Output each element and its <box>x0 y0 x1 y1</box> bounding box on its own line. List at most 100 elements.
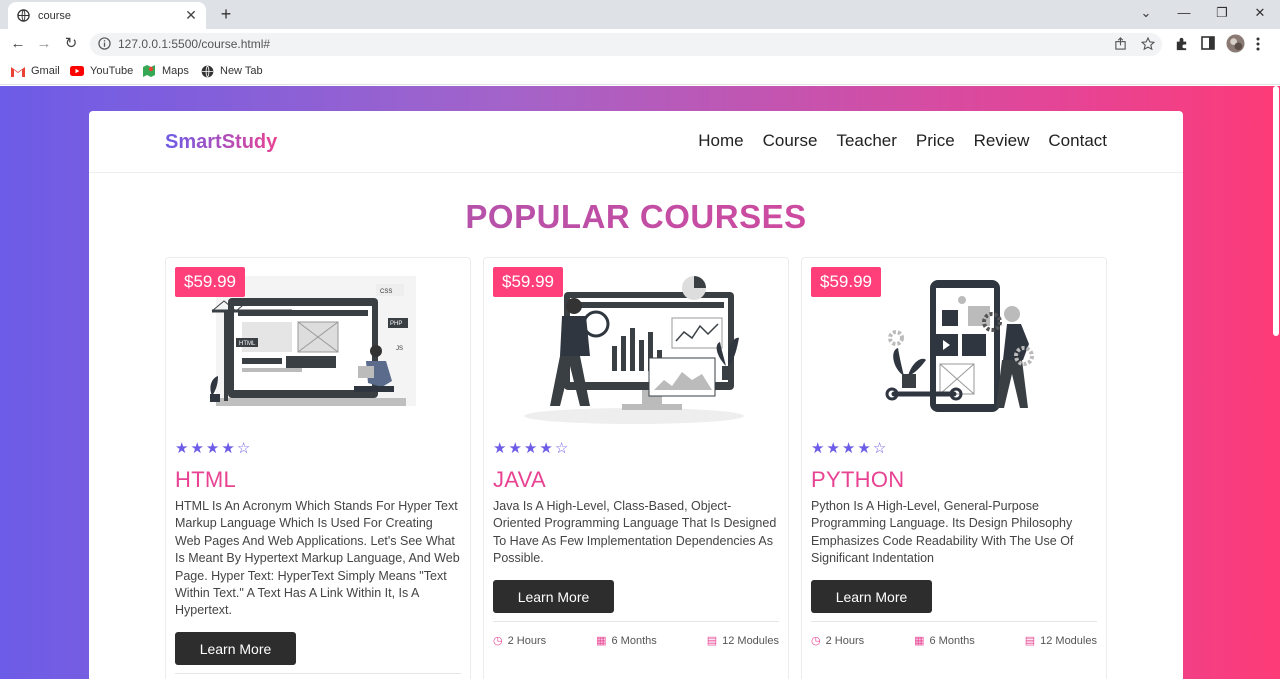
duration-hours: ◷ 2 Hours <box>493 634 547 648</box>
bookmark-gmail[interactable]: Gmail <box>11 64 60 78</box>
bookmark-youtube[interactable]: YouTube <box>70 64 133 78</box>
course-description: Java Is A High-Level, Class-Based, Objec… <box>493 499 777 566</box>
nav-price[interactable]: Price <box>916 131 955 151</box>
book-icon: ▤ <box>1024 635 1036 647</box>
scrollbar-thumb[interactable] <box>1273 86 1279 336</box>
price-badge: $59.99 <box>493 267 563 297</box>
minimize-button[interactable]: — <box>1165 0 1203 29</box>
site-logo[interactable]: SmartStudy <box>165 131 277 154</box>
module-count: ▤ 12 Modules <box>706 634 779 648</box>
nav-course[interactable]: Course <box>763 131 818 151</box>
star-empty-icon: ☆ <box>554 440 569 457</box>
star-empty-icon: ☆ <box>872 440 887 457</box>
learn-more-button[interactable]: Learn More <box>811 580 932 613</box>
rating-stars: ★ ★ ★ ★ ☆ <box>811 441 886 457</box>
calendar-icon: ▦ <box>596 635 607 647</box>
tab-title: course <box>38 9 72 22</box>
module-count: ▤ 12 Modules <box>1024 634 1097 648</box>
star-filled-icon: ★ <box>205 440 220 457</box>
globe-icon <box>16 9 30 23</box>
page-container: SmartStudy Home Course Teacher Price Rev… <box>89 111 1183 679</box>
star-filled-icon: ★ <box>221 440 235 457</box>
card-divider <box>493 621 779 622</box>
duration-months: ▦ 6 Months <box>914 634 975 648</box>
card-divider <box>175 673 461 674</box>
svg-text:PHP: PHP <box>390 321 402 327</box>
bookmark-star-icon[interactable] <box>1140 36 1156 51</box>
duration-hours: ◷ 2 Hours <box>811 634 865 648</box>
rating-stars: ★ ★ ★ ★ ☆ <box>175 441 250 457</box>
maps-icon <box>142 64 156 78</box>
star-filled-icon: ★ <box>841 440 856 457</box>
course-name: HTML <box>175 467 237 492</box>
extensions-icon[interactable] <box>1174 36 1190 52</box>
star-filled-icon: ★ <box>811 440 825 457</box>
book-icon: ▤ <box>706 635 718 647</box>
course-description: Python Is A High-Level, General-Purpose … <box>811 499 1074 566</box>
card-divider <box>811 621 1097 622</box>
bookmark-new-tab[interactable]: New Tab <box>200 64 263 78</box>
menu-icon[interactable] <box>1255 36 1271 52</box>
calendar-icon: ▦ <box>914 635 925 647</box>
site-header: SmartStudy Home Course Teacher Price Rev… <box>89 111 1183 173</box>
course-card-html: HTML CSS PHP JS $59.99 ★ ★ ★ ★ ☆ HTML HT… <box>165 257 471 679</box>
course-card-python: $59.99 ★ ★ ★ ★ ☆ PYTHON Python Is A High… <box>801 257 1107 679</box>
star-filled-icon: ★ <box>190 440 204 457</box>
learn-more-button[interactable]: Learn More <box>493 580 614 613</box>
tab-search-icon[interactable]: ⌄ <box>1127 0 1165 29</box>
nav-review[interactable]: Review <box>974 131 1030 151</box>
restore-button[interactable]: ❐ <box>1203 0 1241 29</box>
browser-toolbar: ← → ↻ 127.0.0.1:5500/course.html# <box>0 29 1280 59</box>
course-meta: ◷ 2 Hours ▦ 6 Months ▤ 12 Modules <box>493 634 779 648</box>
new-tab-button[interactable]: + <box>216 4 236 24</box>
info-icon[interactable] <box>98 37 112 51</box>
clock-icon: ◷ <box>811 635 821 647</box>
course-name: JAVA <box>493 467 546 492</box>
address-bar[interactable]: 127.0.0.1:5500/course.html# <box>90 33 1162 56</box>
browser-tab[interactable]: course ✕ <box>8 2 206 29</box>
course-meta: ◷ 2 Hours ▦ 6 Months ▤ 12 Modules <box>811 634 1097 648</box>
price-badge: $59.99 <box>175 267 245 297</box>
clock-icon: ◷ <box>493 635 503 647</box>
page-scrollbar[interactable] <box>1272 86 1280 679</box>
course-description: HTML Is An Acronym Which Stands For Hype… <box>175 499 460 618</box>
nav-teacher[interactable]: Teacher <box>836 131 896 151</box>
close-window-button[interactable]: ✕ <box>1241 0 1279 29</box>
svg-text:CSS: CSS <box>380 289 392 295</box>
nav-home[interactable]: Home <box>698 131 743 151</box>
price-badge: $59.99 <box>811 267 881 297</box>
svg-text:HTML: HTML <box>239 341 256 347</box>
star-filled-icon: ★ <box>826 440 840 457</box>
url-text: 127.0.0.1:5500/course.html# <box>118 37 271 51</box>
star-empty-icon: ☆ <box>236 440 251 457</box>
reload-icon[interactable]: ↻ <box>61 34 81 54</box>
star-filled-icon: ★ <box>508 440 522 457</box>
close-tab-icon[interactable]: ✕ <box>184 7 198 24</box>
nav-contact[interactable]: Contact <box>1048 131 1107 151</box>
star-filled-icon: ★ <box>175 440 189 457</box>
forward-icon[interactable]: → <box>34 34 54 54</box>
star-filled-icon: ★ <box>493 440 507 457</box>
duration-months: ▦ 6 Months <box>596 634 657 648</box>
star-filled-icon: ★ <box>857 440 871 457</box>
course-card-java: $59.99 ★ ★ ★ ★ ☆ JAVA Java Is A High-Lev… <box>483 257 789 679</box>
section-title: POPULAR COURSES <box>89 198 1183 236</box>
back-icon[interactable]: ← <box>8 34 28 54</box>
page-viewport: SmartStudy Home Course Teacher Price Rev… <box>0 86 1280 679</box>
tab-strip: course ✕ + ⌄ — ❐ ✕ <box>0 0 1280 29</box>
course-name: PYTHON <box>811 467 905 492</box>
svg-text:JS: JS <box>396 346 403 352</box>
learn-more-button[interactable]: Learn More <box>175 632 296 665</box>
side-panel-icon[interactable] <box>1201 36 1217 52</box>
main-nav: Home Course Teacher Price Review Contact <box>698 131 1107 151</box>
youtube-icon <box>70 64 84 78</box>
bookmark-maps[interactable]: Maps <box>142 64 189 78</box>
star-filled-icon: ★ <box>539 440 553 457</box>
gmail-icon <box>11 64 25 78</box>
rating-stars: ★ ★ ★ ★ ☆ <box>493 441 568 457</box>
share-icon[interactable] <box>1114 37 1128 51</box>
profile-avatar[interactable] <box>1226 34 1245 53</box>
globe-icon <box>200 64 214 78</box>
bookmarks-bar: Gmail YouTube Maps New Tab <box>0 59 1280 85</box>
star-filled-icon: ★ <box>523 440 538 457</box>
